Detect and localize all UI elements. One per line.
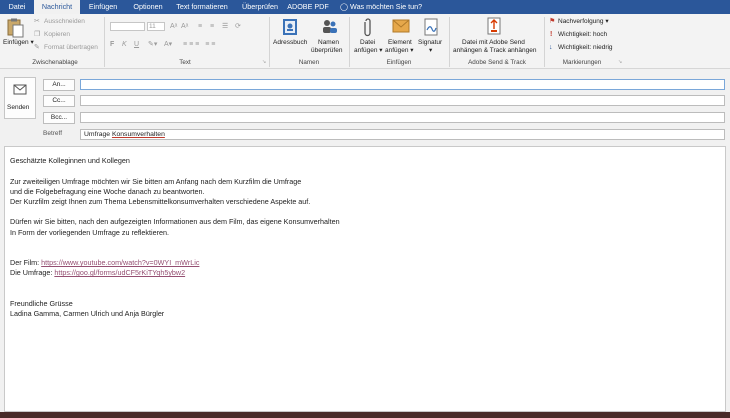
- cut-button[interactable]: Ausschneiden: [44, 18, 85, 26]
- lightbulb-icon: ◯: [340, 2, 349, 11]
- subject-label: Betreff: [43, 130, 63, 137]
- body-paragraph-2-line-1: Dürfen wir Sie bitten, nach den aufgezei…: [10, 217, 340, 226]
- group-label-tags: Markierungen: [562, 59, 602, 66]
- cc-field[interactable]: [80, 95, 725, 106]
- tab-ueberpruefen[interactable]: Überprüfen: [234, 0, 286, 14]
- body-paragraph-1-line-1: Zur zweiteiligen Umfrage möchten wir Sie…: [10, 177, 302, 186]
- paste-icon[interactable]: [6, 18, 24, 40]
- clear-format-icon[interactable]: ⟳: [235, 23, 241, 31]
- scissors-icon: ✂: [34, 18, 40, 25]
- body-closing: Freundliche Grüsse: [10, 299, 73, 308]
- tab-nachricht[interactable]: Nachricht: [34, 0, 80, 14]
- group-label-text: Text: [179, 59, 191, 66]
- addressbook-icon[interactable]: [282, 18, 298, 38]
- font-name-combo[interactable]: [110, 22, 145, 31]
- tab-text-formatieren[interactable]: Text formatieren: [170, 0, 234, 14]
- send-button[interactable]: Senden: [4, 77, 36, 119]
- group-label-clipboard: Zwischenablage: [32, 59, 78, 66]
- tell-me-text: Was möchten Sie tun?: [350, 2, 423, 11]
- paste-button[interactable]: Einfügen ▾: [3, 39, 34, 47]
- group-separator: [544, 17, 545, 67]
- body-film-line: Der Film: https://www.youtube.com/watch?…: [10, 258, 199, 267]
- tab-einfuegen[interactable]: Einfügen: [80, 0, 126, 14]
- group-label-insert: Einfügen: [386, 59, 412, 66]
- group-separator: [269, 17, 270, 67]
- format-painter-icon: ✎: [34, 44, 40, 51]
- subject-text-plain: Umfrage: [84, 131, 112, 138]
- signature-icon[interactable]: [423, 18, 439, 38]
- format-painter-button[interactable]: Format übertragen: [44, 44, 98, 52]
- adobe-send-icon[interactable]: [485, 17, 503, 38]
- to-button[interactable]: An...: [43, 79, 75, 91]
- group-separator: [349, 17, 350, 67]
- attach-file-label-1[interactable]: Datei: [360, 39, 375, 47]
- subject-field[interactable]: Umfrage Konsumverhalten: [80, 129, 725, 140]
- survey-label: Die Umfrage:: [10, 268, 55, 277]
- dialog-launcher-icon[interactable]: ↘: [618, 58, 622, 66]
- to-field[interactable]: [80, 79, 725, 90]
- group-separator: [449, 17, 450, 67]
- send-envelope-icon: [13, 84, 27, 98]
- tell-me-box[interactable]: ◯ Was möchten Sie tun?: [340, 0, 430, 14]
- font-color-icon[interactable]: A▾: [164, 41, 172, 49]
- highlight-icon[interactable]: ✎▾: [148, 41, 157, 49]
- group-label-adobe: Adobe Send & Track: [468, 59, 526, 66]
- bcc-button[interactable]: Bcc...: [43, 112, 75, 124]
- align-icons[interactable]: ≡≡≡ ≡≡: [183, 41, 217, 49]
- italic-icon[interactable]: K: [122, 41, 127, 49]
- body-greeting: Geschätzte Kolleginnen und Kollegen: [10, 156, 130, 165]
- bold-icon[interactable]: F: [110, 41, 114, 49]
- paperclip-icon[interactable]: [361, 18, 373, 40]
- check-names-label-2[interactable]: überprüfen: [311, 47, 342, 55]
- group-label-names: Namen: [298, 59, 320, 66]
- check-names-icon[interactable]: [321, 17, 339, 38]
- bcc-field[interactable]: [80, 112, 725, 123]
- survey-link[interactable]: https://goo.gl/forms/udCF5rKiTYqh5ybw2: [54, 268, 185, 277]
- addressbook-button[interactable]: Adressbuch: [273, 39, 307, 47]
- followup-button[interactable]: Nachverfolgung ▾: [558, 18, 609, 26]
- adobe-send-label-1[interactable]: Datei mit Adobe Send: [462, 39, 525, 47]
- dialog-launcher-icon[interactable]: ↘: [262, 58, 266, 66]
- ribbon-tab-bar: Datei Nachricht Einfügen Optionen Text f…: [0, 0, 730, 14]
- tab-optionen[interactable]: Optionen: [126, 0, 170, 14]
- copy-icon: ❐: [34, 31, 41, 38]
- cc-button[interactable]: Cc...: [43, 95, 75, 107]
- bullets-icon[interactable]: ≡ ≡ ☰: [198, 23, 231, 31]
- underline-icon[interactable]: U: [134, 41, 139, 49]
- flag-icon: ⚑: [549, 18, 556, 25]
- copy-button[interactable]: Kopieren: [44, 31, 70, 39]
- grow-font-icon[interactable]: Aᵃ: [170, 23, 177, 31]
- film-label: Der Film:: [10, 258, 42, 267]
- taskbar-strip: [0, 412, 730, 418]
- adobe-send-label-2[interactable]: anhängen & Track anhängen: [453, 47, 536, 55]
- tab-adobe-pdf[interactable]: ADOBE PDF: [286, 0, 330, 14]
- chevron-down-icon[interactable]: ▾: [429, 47, 432, 55]
- exclamation-icon: !: [550, 31, 553, 38]
- send-label: Senden: [7, 104, 30, 111]
- high-importance-button[interactable]: Wichtigkeit: hoch: [558, 31, 607, 39]
- envelope-item-icon[interactable]: [392, 18, 410, 36]
- attach-file-label-2[interactable]: anfügen ▾: [354, 47, 383, 55]
- body-paragraph-2-line-2: In Form der vorliegenden Umfrage zu refl…: [10, 228, 169, 237]
- attach-item-label-1[interactable]: Element: [388, 39, 412, 47]
- group-separator: [104, 17, 105, 67]
- shrink-font-icon[interactable]: Aᵃ: [181, 23, 188, 31]
- body-paragraph-1-line-3: Der Kurzfilm zeigt Ihnen zum Thema Leben…: [10, 197, 311, 206]
- signature-button[interactable]: Signatur: [418, 39, 442, 47]
- film-link[interactable]: https://www.youtube.com/watch?v=0WYI_mWr…: [41, 258, 199, 267]
- low-importance-button[interactable]: Wichtigkeit: niedrig: [558, 44, 613, 52]
- body-survey-line: Die Umfrage: https://goo.gl/forms/udCF5r…: [10, 268, 185, 277]
- arrow-down-icon: ↓: [549, 44, 553, 51]
- subject-text-underlined: Konsumverhalten: [111, 131, 165, 138]
- attach-item-label-2[interactable]: anfügen ▾: [385, 47, 414, 55]
- body-signature-names: Ladina Gamma, Carmen Ulrich und Anja Bür…: [10, 309, 165, 318]
- tab-datei[interactable]: Datei: [0, 0, 34, 14]
- font-size-combo[interactable]: 11: [147, 22, 165, 31]
- body-paragraph-1-line-2: und die Folgebefragung eine Woche danach…: [10, 187, 205, 196]
- check-names-label-1[interactable]: Namen: [318, 39, 339, 47]
